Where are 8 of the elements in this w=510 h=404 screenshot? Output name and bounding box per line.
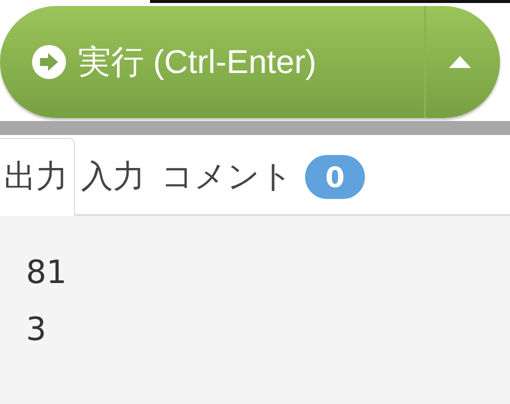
count-badge: 0 <box>305 155 365 199</box>
tab[interactable]: 出力 <box>0 138 75 216</box>
output-line: 81 <box>26 252 68 293</box>
arrow-circle-icon <box>32 45 66 79</box>
tab[interactable]: コメント 0 <box>155 138 375 216</box>
tab[interactable]: 入力 <box>75 138 155 216</box>
output-line: 3 <box>26 309 48 350</box>
caret-up-icon <box>449 56 471 68</box>
